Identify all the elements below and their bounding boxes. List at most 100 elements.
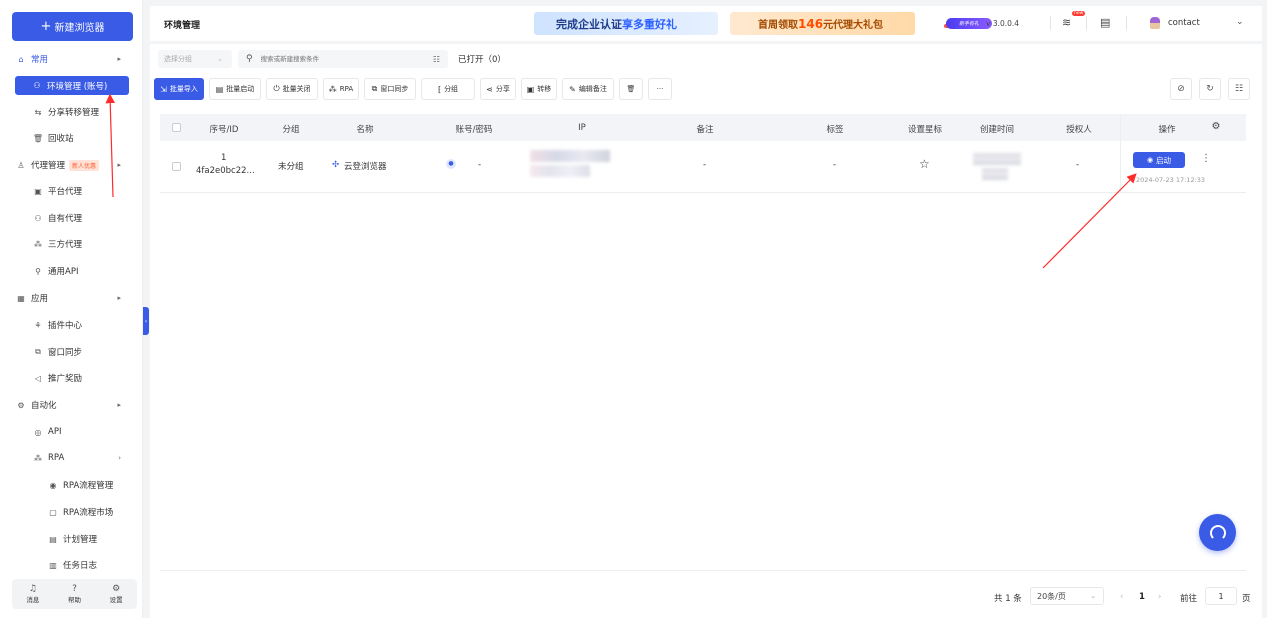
customer-support-button[interactable] [1199, 514, 1236, 551]
sidebar-collapse-handle[interactable]: ‹ [143, 307, 149, 335]
banner1-text: 完成企业认证 [556, 17, 622, 31]
promo-badge: 新人优惠 [69, 159, 100, 171]
new-browser-label: 新建浏览器 [54, 23, 105, 34]
settings-icon: ⚙ [112, 584, 121, 594]
refresh-icon[interactable]: ↻ [1199, 78, 1221, 100]
rpa-icon: ⁂ [328, 84, 337, 94]
start-button[interactable]: ◉ 启动 [1133, 152, 1185, 168]
chevron-right-icon: ▸ [117, 161, 121, 169]
group-button[interactable]: ⁅ 分组 [421, 78, 475, 100]
plus-icon: + [40, 19, 52, 34]
select-all-checkbox[interactable] [172, 123, 181, 132]
sidebar-item-label: 计划管理 [63, 535, 98, 545]
chevron-down-icon[interactable]: ⌄ [1236, 17, 1244, 27]
batch-start-button[interactable]: ▤ 批量启动 [209, 78, 261, 100]
star-icon[interactable]: ☆ [919, 157, 930, 171]
sidebar-item-label: 代理管理 [31, 161, 66, 171]
sidebar-item-0[interactable]: ⌂ 常用 ▸ [0, 49, 143, 69]
row-id[interactable]: 4fa2e0bc22... [196, 166, 255, 176]
sidebar-item-3[interactable]: 🗑 回收站 [0, 128, 143, 148]
bottom-item-2[interactable]: ⚙ 设置 [110, 584, 123, 604]
batch-import-label: 批量导入 [169, 85, 198, 93]
headset-icon [1209, 524, 1226, 541]
bottom-item-label: 设置 [109, 596, 123, 604]
bottom-item-0[interactable]: ♫ 消息 [26, 584, 39, 604]
edit-note-label: 编辑备注 [578, 85, 607, 93]
page-size-value: 20条/页 [1037, 591, 1066, 601]
search-input[interactable] [260, 55, 421, 63]
sidebar-item-14[interactable]: ◎ API [0, 422, 143, 442]
window-sync-button[interactable]: ⧉ 窗口同步 [364, 78, 416, 100]
sidebar-item-11[interactable]: ⧉ 窗口同步 [0, 342, 143, 362]
batch-import-button[interactable]: ⇲ 批量导入 [154, 78, 204, 100]
table-row[interactable]: 1 4fa2e0bc22... 未分组 ✣ 云登浏览器 ● - - - ☆ - [160, 141, 1246, 193]
row-note: - [703, 160, 707, 170]
banner2-text-end: 元代理大礼包 [823, 20, 884, 31]
row-checkbox[interactable] [172, 162, 181, 171]
sidebar-item-1[interactable]: ⚇ 环境管理 (账号) [15, 76, 129, 95]
sidebar-item-15[interactable]: ⁂ RPA › [0, 448, 143, 468]
col-header-group: 分组 [282, 125, 300, 135]
sidebar-item-16[interactable]: ◉ RPA流程管理 [0, 475, 143, 495]
prev-page-button[interactable]: ‹ [1120, 592, 1123, 602]
sidebar-item-19[interactable]: ▥ 任务日志 [0, 555, 143, 575]
batch-close-button[interactable]: ⏻ 批量关闭 [266, 78, 318, 100]
sidebar-item-12[interactable]: ◁ 推广奖励 [0, 368, 143, 388]
row-account: - [478, 160, 482, 170]
delete-button[interactable]: 🗑 [619, 78, 643, 100]
browser-logo-icon: ✣ [332, 160, 340, 170]
trash-icon: 🗑 [626, 85, 636, 93]
chevron-right-icon: ▸ [117, 294, 121, 302]
power-icon: ⏻ [273, 84, 280, 93]
sidebar-item-5[interactable]: ▣ 平台代理 [0, 181, 143, 201]
user-menu[interactable]: contact [1150, 17, 1200, 29]
sidebar-item-label: 回收站 [48, 134, 74, 144]
proxy-gift-banner[interactable]: 首周领取 146 元代理大礼包 [730, 12, 915, 35]
sidebar-item-4[interactable]: ♙ 代理管理 新人优惠 ▸ [0, 155, 143, 175]
sidebar-item-6[interactable]: ⚇ 自有代理 [0, 208, 143, 228]
sidebar-item-10[interactable]: ⚘ 插件中心 [0, 315, 143, 335]
rpa-market-icon: ▢ [49, 507, 57, 517]
col-header-account: 账号/密码 [455, 125, 493, 135]
tag-icon[interactable]: ⊘ [1170, 78, 1192, 100]
sidebar-item-2[interactable]: ⇆ 分享转移管理 [0, 102, 143, 122]
row-name[interactable]: 云登浏览器 [344, 160, 387, 172]
page-1-button[interactable]: 1 [1139, 592, 1145, 602]
sidebar-item-13[interactable]: ⚙ 自动化 ▸ [0, 395, 143, 415]
proxy-icon: ♙ [17, 160, 25, 170]
share-button[interactable]: ⋖ 分享 [480, 78, 516, 100]
row-group: 未分组 [278, 162, 304, 172]
more-vertical-icon[interactable]: ⋮ [1201, 153, 1211, 164]
column-settings-icon[interactable]: ☷ [1228, 78, 1250, 100]
new-browser-button[interactable]: + 新建浏览器 [12, 12, 133, 41]
transfer-button[interactable]: ▣ 转移 [521, 78, 557, 100]
col-header-tag: 标签 [826, 125, 844, 135]
bottom-item-1[interactable]: ? 帮助 [68, 584, 81, 604]
goto-page-input[interactable]: 1 [1205, 587, 1237, 605]
next-page-button[interactable]: › [1158, 592, 1161, 602]
sidebar-item-7[interactable]: ⁂ 三方代理 [0, 234, 143, 254]
page-size-select[interactable]: 20条/页 ⌄ [1030, 587, 1104, 605]
group-select[interactable]: 选择分组 ⌄ [158, 50, 232, 68]
chevron-right-icon: ▸ [117, 401, 121, 409]
enterprise-cert-banner[interactable]: 完成企业认证 享多重好礼 [534, 12, 718, 35]
sidebar-item-label: 自动化 [31, 401, 57, 411]
sidebar-item-18[interactable]: ▤ 计划管理 [0, 529, 143, 549]
filter-list-icon[interactable]: ☷ [433, 55, 440, 64]
document-icon[interactable]: ▤ [1100, 16, 1110, 29]
layers-icon[interactable]: ≋ [1062, 16, 1071, 29]
more-actions-button[interactable]: ··· [648, 78, 672, 100]
user-env-icon: ⚇ [33, 81, 41, 90]
col-header-name: 名称 [356, 125, 374, 135]
goto-label: 前往 [1180, 594, 1198, 604]
sidebar-item-label: API [48, 427, 62, 437]
sidebar-item-label: 平台代理 [48, 187, 83, 197]
sidebar-item-label: RPA流程市场 [63, 508, 114, 518]
rpa-button[interactable]: ⁂ RPA [323, 78, 359, 100]
sidebar-item-8[interactable]: ⚲ 通用API [0, 261, 143, 281]
version-label: v 3.0.0.4 [986, 19, 1020, 28]
sidebar-item-9[interactable]: ▦ 应用 ▸ [0, 288, 143, 308]
share-icon: ⋖ [486, 84, 493, 94]
edit-note-button[interactable]: ✎ 编辑备注 [562, 78, 614, 100]
sidebar-item-17[interactable]: ▢ RPA流程市场 [0, 502, 143, 522]
